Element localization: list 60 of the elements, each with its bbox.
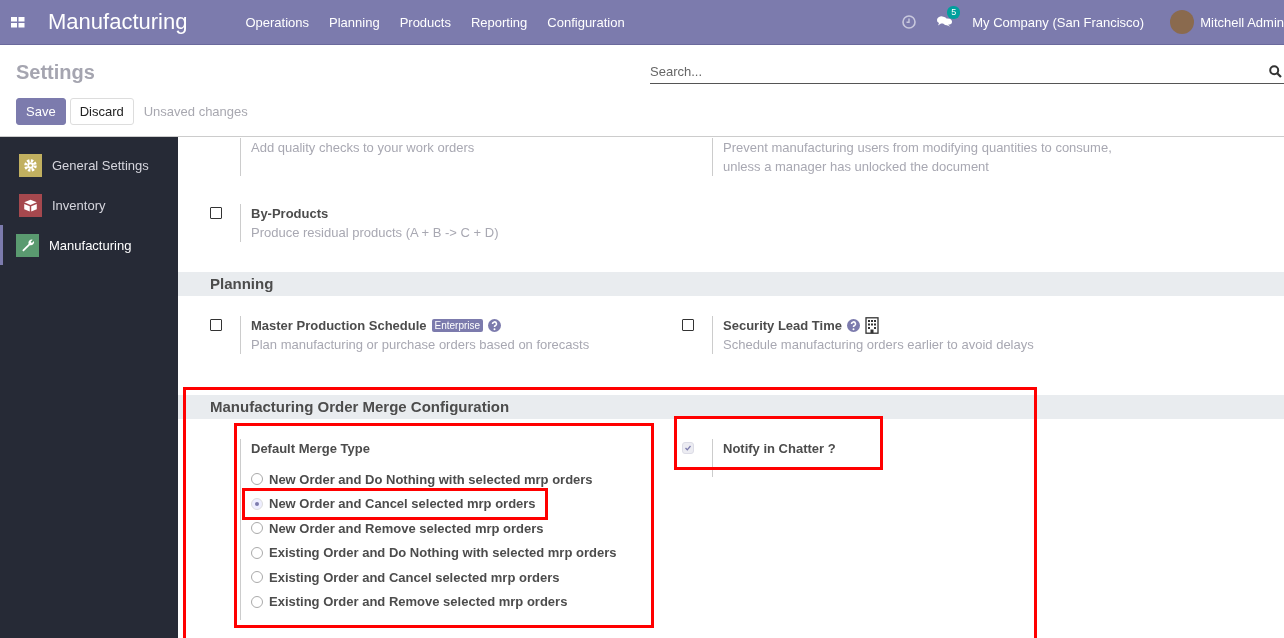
option-label: Existing Order and Do Nothing with selected mrp orders: [269, 545, 617, 561]
menu-item[interactable]: Configuration: [537, 14, 635, 30]
setting-description: Schedule manufacturing orders earlier to avoid delays: [723, 336, 1034, 354]
box-icon: [19, 193, 42, 217]
radio-button[interactable]: [251, 571, 263, 584]
menu-item[interactable]: Planning: [319, 14, 390, 30]
search-icon[interactable]: [1269, 65, 1282, 78]
setting-description: Produce residual products (A + B -> C + D): [251, 224, 499, 242]
checkbox[interactable]: [210, 319, 222, 331]
sidebar-item[interactable]: Inventory: [0, 185, 178, 225]
menu-item[interactable]: Operations: [235, 14, 319, 30]
setting-description: Prevent manufacturing users from modifying quantities to consume, unless a manager has unlocked the document: [723, 139, 1113, 176]
setting-description: Plan manufacturing or purchase orders based on forecasts: [251, 336, 590, 354]
chat-icon[interactable]: [936, 15, 953, 29]
radio-button[interactable]: [251, 522, 263, 535]
radio-option[interactable]: Existing Order and Remove selected mrp orders: [251, 589, 568, 614]
checkbox[interactable]: [210, 207, 222, 219]
option-label: New Order and Remove selected mrp orders: [269, 520, 544, 536]
unsaved-status: Unsaved changes: [143, 104, 248, 119]
option-label: New Order and Cancel selected mrp orders: [269, 496, 536, 512]
option-label: New Order and Do Nothing with selected mrp orders: [269, 471, 593, 487]
radio-option[interactable]: New Order and Remove selected mrp orders: [251, 516, 544, 541]
option-label: Existing Order and Cancel selected mrp orders: [269, 569, 560, 585]
help-icon[interactable]: [847, 318, 860, 332]
radio-button[interactable]: [251, 546, 263, 559]
setting-title: Notify in Chatter ?: [723, 440, 836, 456]
setting-title: Security Lead Time: [723, 317, 842, 333]
clock-icon[interactable]: [902, 15, 917, 29]
save-button[interactable]: Save: [16, 98, 66, 125]
checkbox[interactable]: [682, 319, 694, 331]
user-menu[interactable]: Mitchell Admin: [1200, 14, 1284, 30]
radio-option[interactable]: New Order and Do Nothing with selected mrp orders: [251, 467, 593, 492]
checkmark-icon: [684, 444, 692, 452]
enterprise-badge: Enterprise: [431, 318, 484, 332]
setting-title: By-Products: [251, 205, 329, 221]
app-title: Manufacturing: [48, 9, 188, 35]
help-icon[interactable]: [488, 318, 502, 332]
wrench-icon: [16, 233, 39, 257]
section-header: Planning: [178, 272, 1284, 296]
apps-menu-icon[interactable]: [10, 14, 26, 30]
menu-item[interactable]: Products: [389, 14, 461, 30]
setting-description: Add quality checks to your work orders: [251, 139, 475, 157]
setting-title: Default Merge Type: [251, 440, 370, 456]
sidebar-item[interactable]: Manufacturing: [0, 225, 178, 265]
radio-button[interactable]: [251, 473, 263, 486]
radio-button[interactable]: [251, 595, 263, 608]
radio-option[interactable]: Existing Order and Cancel selected mrp orders: [251, 565, 560, 590]
setting-title: Master Production Schedule: [251, 317, 427, 333]
discard-button[interactable]: Discard: [69, 98, 134, 125]
page-title: Settings: [16, 61, 96, 84]
radio-option[interactable]: New Order and Cancel selected mrp orders: [246, 491, 544, 516]
search-field[interactable]: Search...: [650, 64, 1269, 79]
option-label: Existing Order and Remove selected mrp orders: [269, 594, 568, 610]
radio-option[interactable]: Existing Order and Do Nothing with selected mrp orders: [251, 540, 617, 565]
sidebar-item[interactable]: General Settings: [0, 145, 178, 185]
gear-icon: [19, 153, 42, 177]
company-switcher[interactable]: My Company (San Francisco): [972, 14, 1145, 30]
section-header: Manufacturing Order Merge Configuration: [178, 395, 1284, 419]
message-count-badge: 5: [947, 6, 961, 19]
menu-item[interactable]: Reporting: [460, 14, 538, 30]
